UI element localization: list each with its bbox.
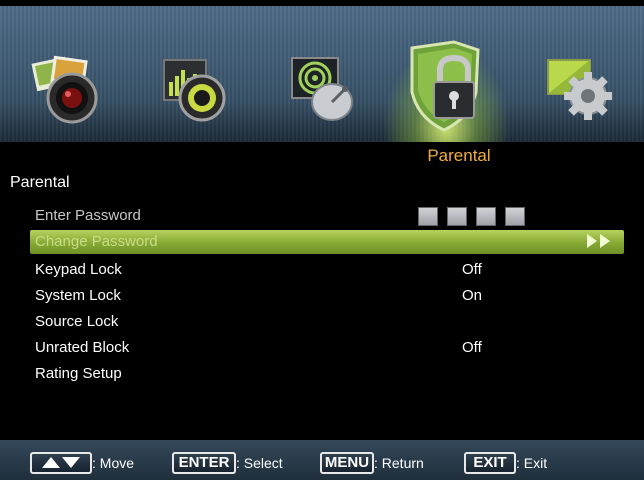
exit-key-label: EXIT [464,452,516,474]
double-arrow-right-icon [584,234,610,253]
tab-parental[interactable] [404,40,488,132]
menu-item-change-password[interactable]: Change Password [30,230,624,254]
down-arrow-icon [62,457,80,468]
section-title: Parental [427,146,491,165]
speaker-equalizer-icon [163,59,226,122]
tab-bar [0,6,644,142]
menu-item-label: Rating Setup [35,365,122,382]
menu-item-system-lock[interactable]: System Lock On [30,284,624,308]
menu-item-label: System Lock [35,287,121,304]
menu-item-rating-setup[interactable]: Rating Setup [30,362,624,386]
password-digit-box [505,207,525,226]
password-digit-box [418,207,438,226]
move-hint: : Move [92,455,135,471]
tab-picture[interactable] [30,54,104,126]
menu-item-label: Keypad Lock [35,261,122,278]
menu-item-unrated-block[interactable]: Unrated Block Off [30,336,624,360]
satellite-dish-icon [291,57,353,121]
password-digit-box [476,207,496,226]
menu-item-source-lock[interactable]: Source Lock [30,310,624,334]
menu-item-value: On [462,287,483,304]
enter-key-label: ENTER [172,452,236,474]
menu-item-label: Unrated Block [35,339,130,356]
return-hint: : Return [374,455,424,471]
password-boxes-icon[interactable] [418,207,534,231]
menu-item-label: Enter Password [35,207,141,224]
shield-padlock-icon [410,40,480,132]
exit-hint: : Exit [516,455,548,471]
gear-monitor-icon [547,59,612,120]
menu-item-keypad-lock[interactable]: Keypad Lock Off [30,258,624,282]
menu-item-label: Change Password [35,233,158,250]
tab-channel[interactable] [288,54,362,126]
camera-photos-icon [31,55,98,124]
menu-item-value: Off [462,261,482,278]
menu-item-enter-password[interactable]: Enter Password [30,204,624,228]
tv-osd-menu: Parental Parental Enter Password Change … [0,0,644,480]
menu-title: Parental [10,174,70,191]
tab-sound[interactable] [158,54,232,126]
select-hint: : Select [236,455,283,471]
menu-item-label: Source Lock [35,313,119,330]
tab-setup[interactable] [544,56,618,126]
footer-key-help: : Move ENTER : Select MENU : Return EXIT… [0,440,644,480]
menu-item-value: Off [462,339,482,356]
up-down-arrows-icon [30,452,92,474]
menu-key-label: MENU [320,452,374,474]
password-digit-box [447,207,467,226]
up-arrow-icon [42,457,60,468]
